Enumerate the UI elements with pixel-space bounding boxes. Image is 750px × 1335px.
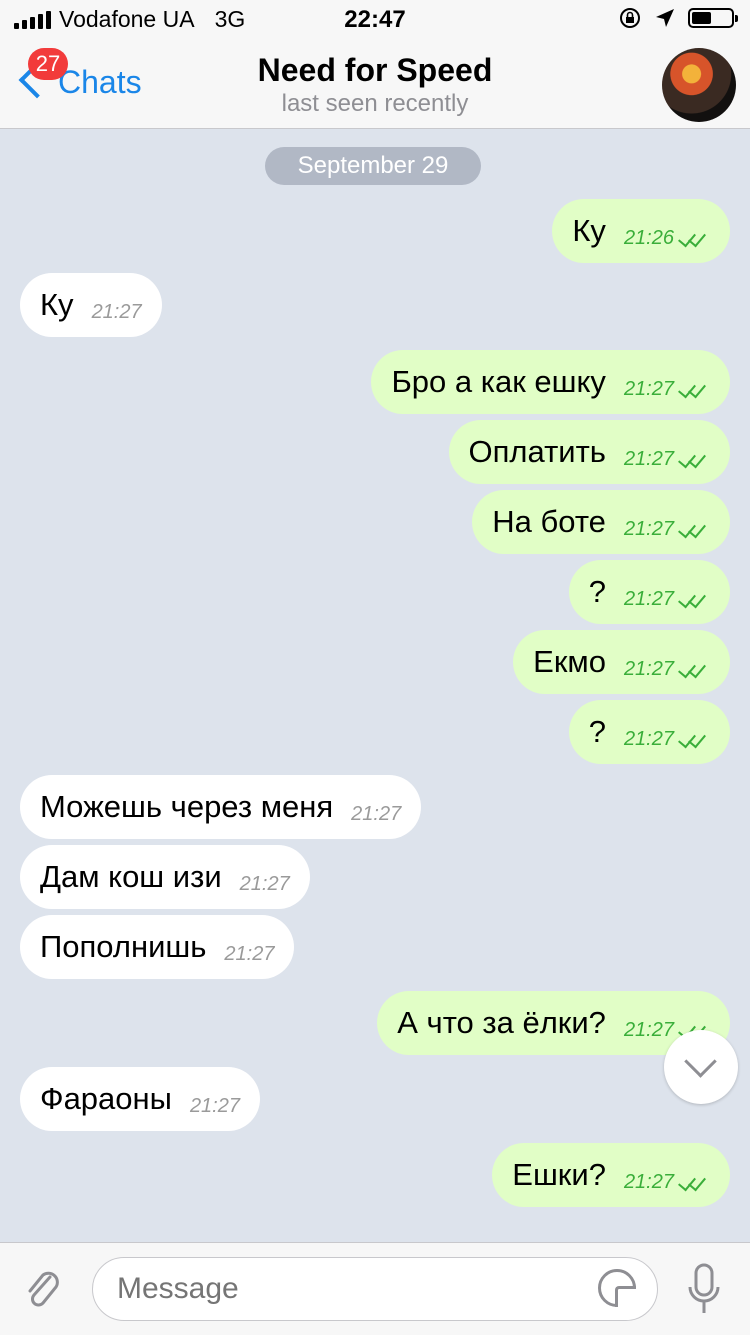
message-bubble-incoming[interactable]: Дам кош изи 21:27: [20, 845, 310, 909]
status-bar: Vodafone UA 3G 22:47: [0, 0, 750, 40]
message-text: Оплатить: [468, 434, 606, 469]
read-checkmarks-icon: [678, 230, 710, 246]
message-time: 21:26: [623, 226, 674, 249]
message-text: Екмо: [533, 644, 606, 679]
message-time: 21:27: [351, 802, 402, 825]
avatar[interactable]: [662, 48, 736, 122]
date-separator: September 29: [265, 147, 481, 185]
message-input[interactable]: [92, 1257, 658, 1321]
battery-fill: [692, 12, 711, 24]
scroll-to-bottom-button[interactable]: [664, 1030, 738, 1104]
chat-title[interactable]: Need for Speed: [0, 52, 750, 89]
battery-icon: [688, 8, 738, 28]
chat-subtitle: last seen recently: [281, 90, 469, 117]
message-bubble-outgoing[interactable]: Ку 21:26: [552, 199, 730, 263]
message-text: Бро а как ешку: [391, 364, 606, 399]
read-checkmarks-icon: [678, 451, 710, 467]
message-text: Пополнишь: [40, 929, 207, 964]
read-checkmarks-icon: [678, 381, 710, 397]
message-time: 21:27: [623, 727, 674, 750]
read-checkmarks-icon: [678, 731, 710, 747]
message-input-bar: [0, 1242, 750, 1335]
message-time: 21:27: [623, 657, 674, 680]
read-checkmarks-icon: [678, 1174, 710, 1190]
message-text: Ешки?: [512, 1157, 606, 1192]
status-right: [618, 6, 738, 30]
message-bubble-outgoing[interactable]: Бро а как ешку 21:27: [371, 350, 730, 414]
message-bubble-incoming[interactable]: Фараоны 21:27: [20, 1067, 260, 1131]
message-time: 21:27: [189, 1094, 240, 1117]
message-time: 21:27: [623, 517, 674, 540]
read-checkmarks-icon: [678, 661, 710, 677]
message-bubble-outgoing[interactable]: Ешки? 21:27: [492, 1143, 730, 1207]
message-time: 21:27: [623, 1170, 674, 1193]
read-checkmarks-icon: [678, 591, 710, 607]
message-text: ?: [588, 574, 606, 609]
message-bubble-incoming[interactable]: Можешь через меня 21:27: [20, 775, 422, 839]
message-text: ?: [588, 714, 606, 749]
microphone-icon[interactable]: [686, 1261, 722, 1317]
message-time: 21:27: [224, 942, 275, 965]
message-bubble-outgoing[interactable]: Екмо 21:27: [513, 630, 730, 694]
message-bubble-incoming[interactable]: Ку 21:27: [20, 273, 162, 337]
message-time: 21:27: [91, 300, 142, 323]
message-time: 21:27: [239, 872, 290, 895]
message-time: 21:27: [623, 377, 674, 400]
message-text: А что за ёлки?: [397, 1005, 606, 1040]
message-text: На боте: [492, 504, 606, 539]
message-time: 21:27: [623, 587, 674, 610]
paperclip-icon[interactable]: [22, 1265, 62, 1313]
message-bubble-outgoing[interactable]: ? 21:27: [568, 700, 730, 764]
message-text: Можешь через меня: [40, 789, 334, 824]
rotation-lock-icon: [620, 8, 640, 28]
message-text: Ку: [572, 213, 606, 248]
message-bubble-outgoing[interactable]: На боте 21:27: [472, 490, 730, 554]
sticker-icon[interactable]: [598, 1269, 636, 1307]
location-arrow-icon: [656, 9, 674, 27]
message-time: 21:27: [623, 447, 674, 470]
read-checkmarks-icon: [678, 521, 710, 537]
message-bubble-outgoing[interactable]: Оплатить 21:27: [448, 420, 730, 484]
chevron-down-icon: [684, 1045, 717, 1078]
message-text: Дам кош изи: [40, 859, 222, 894]
message-bubble-outgoing[interactable]: ? 21:27: [568, 560, 730, 624]
message-bubble-incoming[interactable]: Пополнишь 21:27: [20, 915, 295, 979]
message-list[interactable]: September 29 Ку 21:26 Ку 21:27 Бро а как ешк…: [0, 129, 750, 1242]
message-text: Фараоны: [40, 1081, 172, 1116]
message-text: Ку: [40, 287, 74, 322]
message-time: 21:27: [623, 1018, 674, 1041]
